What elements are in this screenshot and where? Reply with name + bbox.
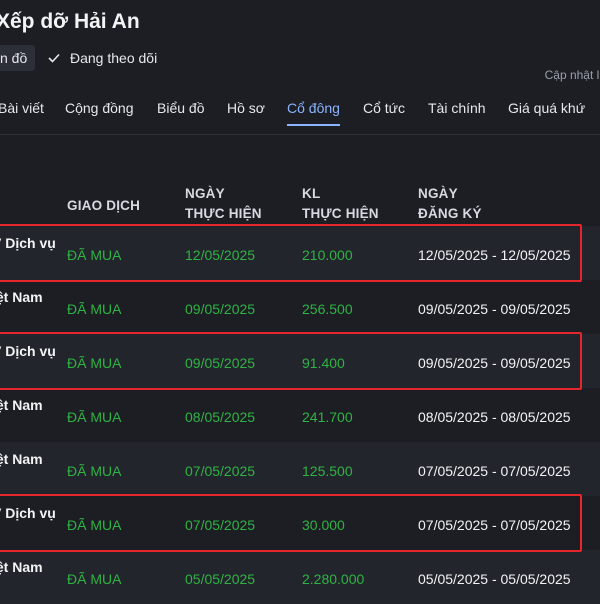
page-title: Xếp dỡ Hải An [0, 10, 140, 33]
transaction-type: ĐÃ MUA [67, 247, 122, 263]
shareholder-name: V Dịch vụ [0, 235, 56, 251]
registration-range: 05/05/2025 - 05/05/2025 [418, 571, 571, 587]
shareholder-name: iệt Nam [0, 289, 43, 305]
tab-community[interactable]: Cộng đồng [65, 100, 134, 116]
tab-dividends[interactable]: Cổ tức [363, 100, 405, 116]
column-header-transaction: GIAO DỊCH [67, 198, 141, 213]
column-header-registration-date-line1: NGÀY [418, 186, 458, 201]
exec-date: 09/05/2025 [185, 301, 256, 317]
table-header: GIAO DỊCH NGÀY THỰC HIỆN KL THỰC HIỆN NG… [0, 168, 600, 226]
tab-bar: Bài viết Cộng đồng Biểu đồ Hồ sơ Cổ đông… [0, 92, 600, 135]
table-row[interactable]: iệt Nam ĐÃ MUA 07/05/2025 125.500 07/05/… [0, 442, 600, 496]
transaction-type: ĐÃ MUA [67, 517, 122, 533]
registration-range: 12/05/2025 - 12/05/2025 [418, 247, 571, 263]
check-icon [48, 53, 60, 63]
column-header-exec-date-line1: NGÀY [185, 186, 225, 201]
shareholder-name: V Dịch vụ [0, 343, 56, 359]
shareholder-name: iệt Nam [0, 397, 43, 413]
tab-posts[interactable]: Bài viết [0, 100, 44, 116]
exec-date: 07/05/2025 [185, 463, 256, 479]
exec-volume: 2.280.000 [302, 571, 365, 587]
table-row[interactable]: V Dịch vụ ĐÃ MUA 07/05/2025 30.000 07/05… [0, 496, 600, 550]
exec-date: 07/05/2025 [185, 517, 256, 533]
registration-range: 07/05/2025 - 07/05/2025 [418, 517, 571, 533]
registration-range: 08/05/2025 - 08/05/2025 [418, 409, 571, 425]
shareholder-name: iệt Nam [0, 559, 43, 575]
transaction-type: ĐÃ MUA [67, 409, 122, 425]
transaction-type: ĐÃ MUA [67, 571, 122, 587]
exec-volume: 210.000 [302, 247, 353, 263]
exec-volume: 256.500 [302, 301, 353, 317]
column-header-exec-volume: KL THỰC HIỆN [302, 184, 379, 224]
map-chip-button[interactable]: n đồ [0, 45, 36, 71]
table-row[interactable]: iệt Nam ĐÃ MUA 05/05/2025 2.280.000 05/0… [0, 550, 600, 604]
tab-chart[interactable]: Biểu đồ [157, 100, 204, 116]
table-row[interactable]: iệt Nam ĐÃ MUA 08/05/2025 241.700 08/05/… [0, 388, 600, 442]
table-row[interactable]: V Dịch vụ ĐÃ MUA 09/05/2025 91.400 09/05… [0, 334, 600, 388]
transaction-type: ĐÃ MUA [67, 355, 122, 371]
column-header-registration-date-line2: ĐĂNG KÝ [418, 206, 482, 221]
column-header-exec-volume-line1: KL [302, 186, 321, 201]
registration-range: 09/05/2025 - 09/05/2025 [418, 355, 571, 371]
tab-profile[interactable]: Hồ sơ [227, 100, 265, 116]
shareholder-name: V Dịch vụ [0, 505, 56, 521]
tab-financials[interactable]: Tài chính [428, 100, 486, 116]
exec-date: 09/05/2025 [185, 355, 256, 371]
registration-range: 09/05/2025 - 09/05/2025 [418, 301, 571, 317]
shareholder-name: iệt Nam [0, 451, 43, 467]
column-header-exec-date-line2: THỰC HIỆN [185, 206, 262, 221]
column-header-exec-date: NGÀY THỰC HIỆN [185, 184, 262, 224]
exec-volume: 241.700 [302, 409, 353, 425]
follow-label: Đang theo dõi [70, 50, 158, 66]
updated-timestamp: Cập nhật lú [544, 68, 600, 82]
tab-price-history[interactable]: Giá quá khứ [508, 100, 585, 116]
transaction-type: ĐÃ MUA [67, 301, 122, 317]
column-header-registration-date: NGÀY ĐĂNG KÝ [418, 184, 482, 224]
table-row[interactable]: iệt Nam ĐÃ MUA 09/05/2025 256.500 09/05/… [0, 280, 600, 334]
exec-volume: 91.400 [302, 355, 345, 371]
exec-date: 05/05/2025 [185, 571, 256, 587]
follow-button[interactable]: Đang theo dõi [48, 45, 157, 71]
exec-date: 12/05/2025 [185, 247, 256, 263]
transaction-type: ĐÃ MUA [67, 463, 122, 479]
column-header-exec-volume-line2: THỰC HIỆN [302, 206, 379, 221]
exec-date: 08/05/2025 [185, 409, 256, 425]
tab-shareholders[interactable]: Cổ đông [287, 100, 340, 126]
exec-volume: 125.500 [302, 463, 353, 479]
table-row[interactable]: V Dịch vụ ĐÃ MUA 12/05/2025 210.000 12/0… [0, 226, 600, 280]
registration-range: 07/05/2025 - 07/05/2025 [418, 463, 571, 479]
exec-volume: 30.000 [302, 517, 345, 533]
